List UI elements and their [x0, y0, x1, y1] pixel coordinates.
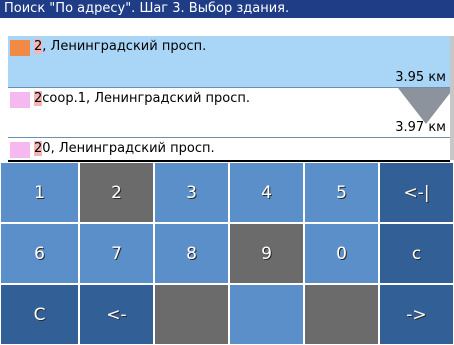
key-blank — [229, 284, 304, 345]
down-triangle-icon[interactable] — [398, 88, 454, 124]
key-blank — [154, 284, 229, 345]
keypad: 1 2 3 4 5 <-| 6 7 8 9 0 c C <- -> — [0, 162, 454, 345]
key-9: 9 — [229, 223, 304, 284]
result-color-swatch — [10, 142, 30, 158]
result-distance: 3.95 км — [395, 70, 446, 85]
result-color-swatch — [10, 92, 30, 108]
key-8[interactable]: 8 — [154, 223, 229, 284]
results-list[interactable]: 2, Ленинградский просп. 3.95 км 2соор.1,… — [8, 36, 454, 162]
result-row-selected[interactable]: 2, Ленинградский просп. 3.95 км — [8, 36, 450, 88]
key-3[interactable]: 3 — [154, 162, 229, 223]
back-key[interactable]: <- — [79, 284, 154, 345]
key-7[interactable]: 7 — [79, 223, 154, 284]
key-blank — [304, 284, 379, 345]
key-5[interactable]: 5 — [304, 162, 379, 223]
address-text: , Ленинградский просп. — [50, 141, 215, 156]
result-address: 20, Ленинградский просп. — [34, 141, 215, 156]
address-text: , Ленинградский просп. — [42, 39, 207, 54]
number-rest: 0 — [42, 141, 51, 156]
backspace-end-key[interactable]: <-| — [379, 162, 454, 223]
clear-all-key[interactable]: C — [0, 284, 79, 345]
result-address: 2, Ленинградский просп. — [34, 39, 206, 54]
result-color-swatch — [10, 40, 30, 56]
window-title: Поиск "По адресу". Шаг 3. Выбор здания. — [0, 0, 454, 18]
key-1[interactable]: 1 — [0, 162, 79, 223]
scrollbar[interactable] — [450, 36, 454, 160]
result-row[interactable]: 2соор.1, Ленинградский просп. 3.97 км — [8, 88, 450, 138]
clear-char-key[interactable]: c — [379, 223, 454, 284]
result-address: 2соор.1, Ленинградский просп. — [34, 91, 250, 106]
result-row[interactable]: 20, Ленинградский просп. — [8, 138, 450, 160]
key-2: 2 — [79, 162, 154, 223]
key-0[interactable]: 0 — [304, 223, 379, 284]
address-text: соор.1, Ленинградский просп. — [42, 91, 251, 106]
key-6[interactable]: 6 — [0, 223, 79, 284]
key-4[interactable]: 4 — [229, 162, 304, 223]
forward-key[interactable]: -> — [379, 284, 454, 345]
